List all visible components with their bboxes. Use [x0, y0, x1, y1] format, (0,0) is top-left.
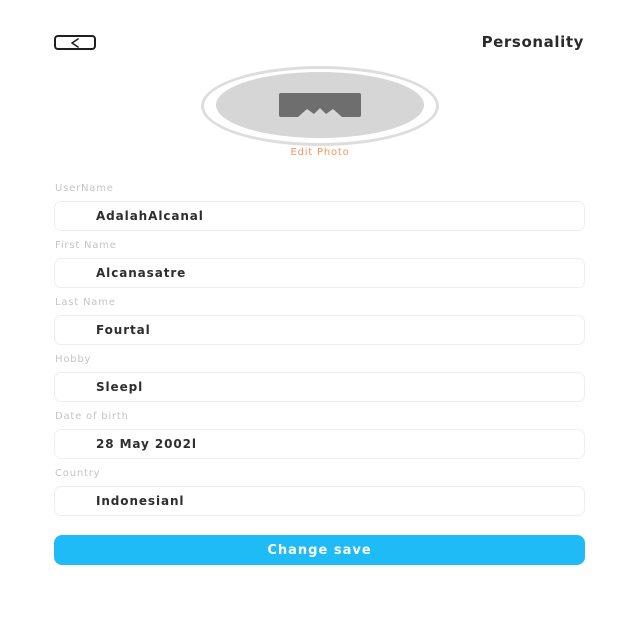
username-input[interactable]: AdalahAlcanal [54, 201, 585, 231]
last-name-input[interactable]: Fourtal [54, 315, 585, 345]
hobby-input[interactable]: Sleepl [54, 372, 585, 402]
first-name-input[interactable]: Alcanasatre [54, 258, 585, 288]
avatar[interactable] [216, 72, 424, 138]
first-name-label: First Name [55, 240, 117, 251]
country-label: Country [55, 468, 101, 479]
date-of-birth-input[interactable]: 28 May 2002l [54, 429, 585, 459]
image-placeholder-icon [279, 93, 361, 117]
last-name-label: Last Name [55, 297, 116, 308]
date-of-birth-label: Date of birth [55, 411, 129, 422]
hobby-label: Hobby [55, 354, 92, 365]
username-label: UserName [55, 183, 114, 194]
edit-photo-link[interactable]: Edit Photo [0, 147, 640, 158]
change-save-button[interactable]: Change save [54, 535, 585, 565]
country-input[interactable]: Indonesianl [54, 486, 585, 516]
page-title: Personality [481, 33, 584, 51]
chevron-left-icon [69, 37, 81, 48]
back-button[interactable] [54, 35, 96, 50]
